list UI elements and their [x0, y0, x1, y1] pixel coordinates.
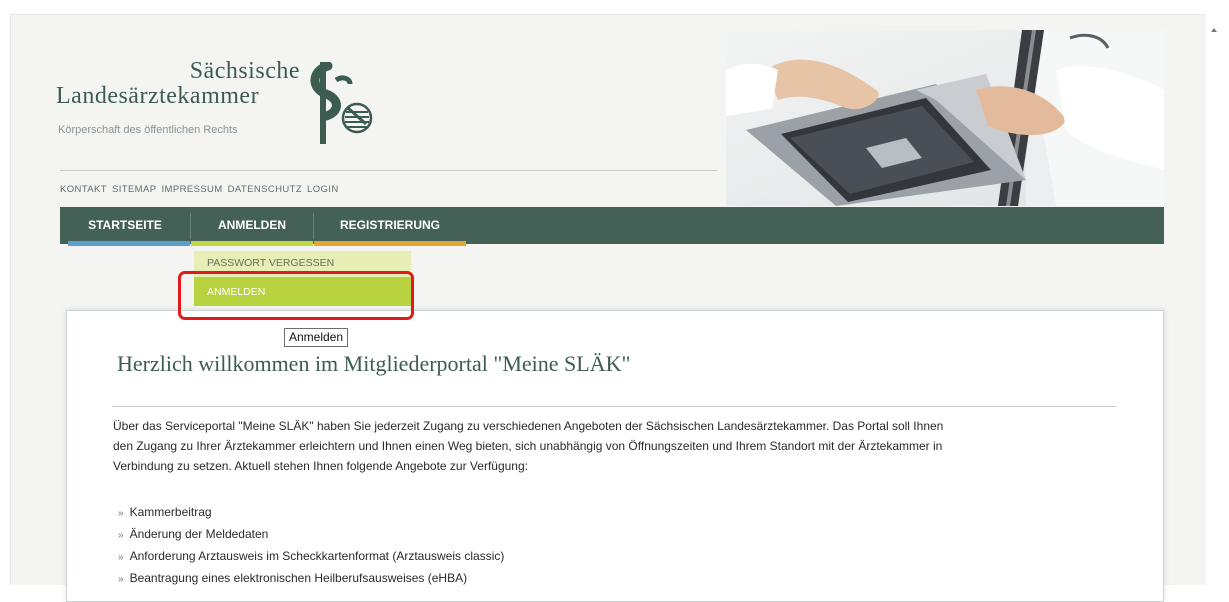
- offer-label: Beantragung eines elektronischen Heilber…: [129, 571, 468, 585]
- offer-item-meldedaten[interactable]: » Änderung der Meldedaten: [118, 524, 504, 546]
- nav-underline-anmelden: [191, 241, 313, 246]
- offer-item-kammerbeitrag[interactable]: » Kammerbeitrag: [118, 502, 504, 524]
- nav-registrierung[interactable]: REGISTRIERUNG: [314, 207, 466, 244]
- page-title: Herzlich willkommen im Mitgliederportal …: [117, 351, 631, 376]
- logo-tagline: Körperschaft des öffentlichen Rechts: [58, 124, 238, 136]
- tooltip: Anmelden: [284, 328, 349, 347]
- nav-underline-registrierung: [314, 241, 466, 246]
- bullet-icon: »: [118, 574, 124, 585]
- offer-label: Änderung der Meldedaten: [129, 527, 269, 541]
- link-impressum[interactable]: IMPRESSUM: [161, 184, 222, 195]
- highlight-annotation: [178, 271, 414, 320]
- link-login[interactable]: LOGIN: [307, 184, 339, 195]
- utility-links: KONTAKT SITEMAP IMPRESSUM DATENSCHUTZ LO…: [60, 184, 339, 195]
- offer-item-ehba[interactable]: » Beantragung eines elektronischen Heilbe…: [118, 568, 504, 590]
- scroll-up-arrow-icon[interactable]: [1211, 28, 1217, 32]
- nav-anmelden[interactable]: ANMELDEN: [191, 207, 313, 244]
- laptop-illustration-icon: [726, 30, 1164, 206]
- header-photo-laptop: [726, 30, 1164, 206]
- intro-line: Über das Serviceportal "Meine SLÄK" habe…: [113, 419, 944, 433]
- offer-label: Anforderung Arztausweis im Scheckkartenf…: [129, 549, 505, 563]
- link-kontakt[interactable]: KONTAKT: [60, 184, 107, 195]
- bullet-icon: »: [118, 552, 124, 563]
- link-sitemap[interactable]: SITEMAP: [112, 184, 157, 195]
- offers-list: » Kammerbeitrag » Änderung der Meldedaten …: [118, 502, 504, 590]
- bullet-icon: »: [118, 508, 124, 519]
- caduceus-emblem-icon: [310, 62, 373, 144]
- intro-line: den Zugang zu Ihrer Ärztekammer erleicht…: [113, 439, 943, 453]
- nav-startseite[interactable]: STARTSEITE: [60, 207, 190, 244]
- content-divider: [112, 406, 1116, 407]
- main-navigation: STARTSEITE ANMELDEN REGISTRIERUNG: [60, 207, 1164, 244]
- nav-underline-startseite: [68, 241, 190, 246]
- bullet-icon: »: [118, 530, 124, 541]
- intro-line: Verbindung zu setzen. Aktuell stehen Ihn…: [113, 459, 528, 473]
- header-divider: [60, 170, 717, 171]
- intro-text: Über das Serviceportal "Meine SLÄK" habe…: [113, 416, 1113, 476]
- scrollbar[interactable]: [1207, 14, 1221, 584]
- logo-line-saechsische: Sächsische: [189, 58, 300, 84]
- logo-line-landesaerztekammer: Landesärztekammer: [56, 83, 260, 109]
- link-datenschutz[interactable]: DATENSCHUTZ: [228, 184, 302, 195]
- offer-item-arztausweis[interactable]: » Anforderung Arztausweis im Scheckkarten…: [118, 546, 504, 568]
- site-logo[interactable]: Sächsische Landesärztekammer Körperschaf…: [56, 58, 386, 148]
- offer-label: Kammerbeitrag: [129, 505, 212, 519]
